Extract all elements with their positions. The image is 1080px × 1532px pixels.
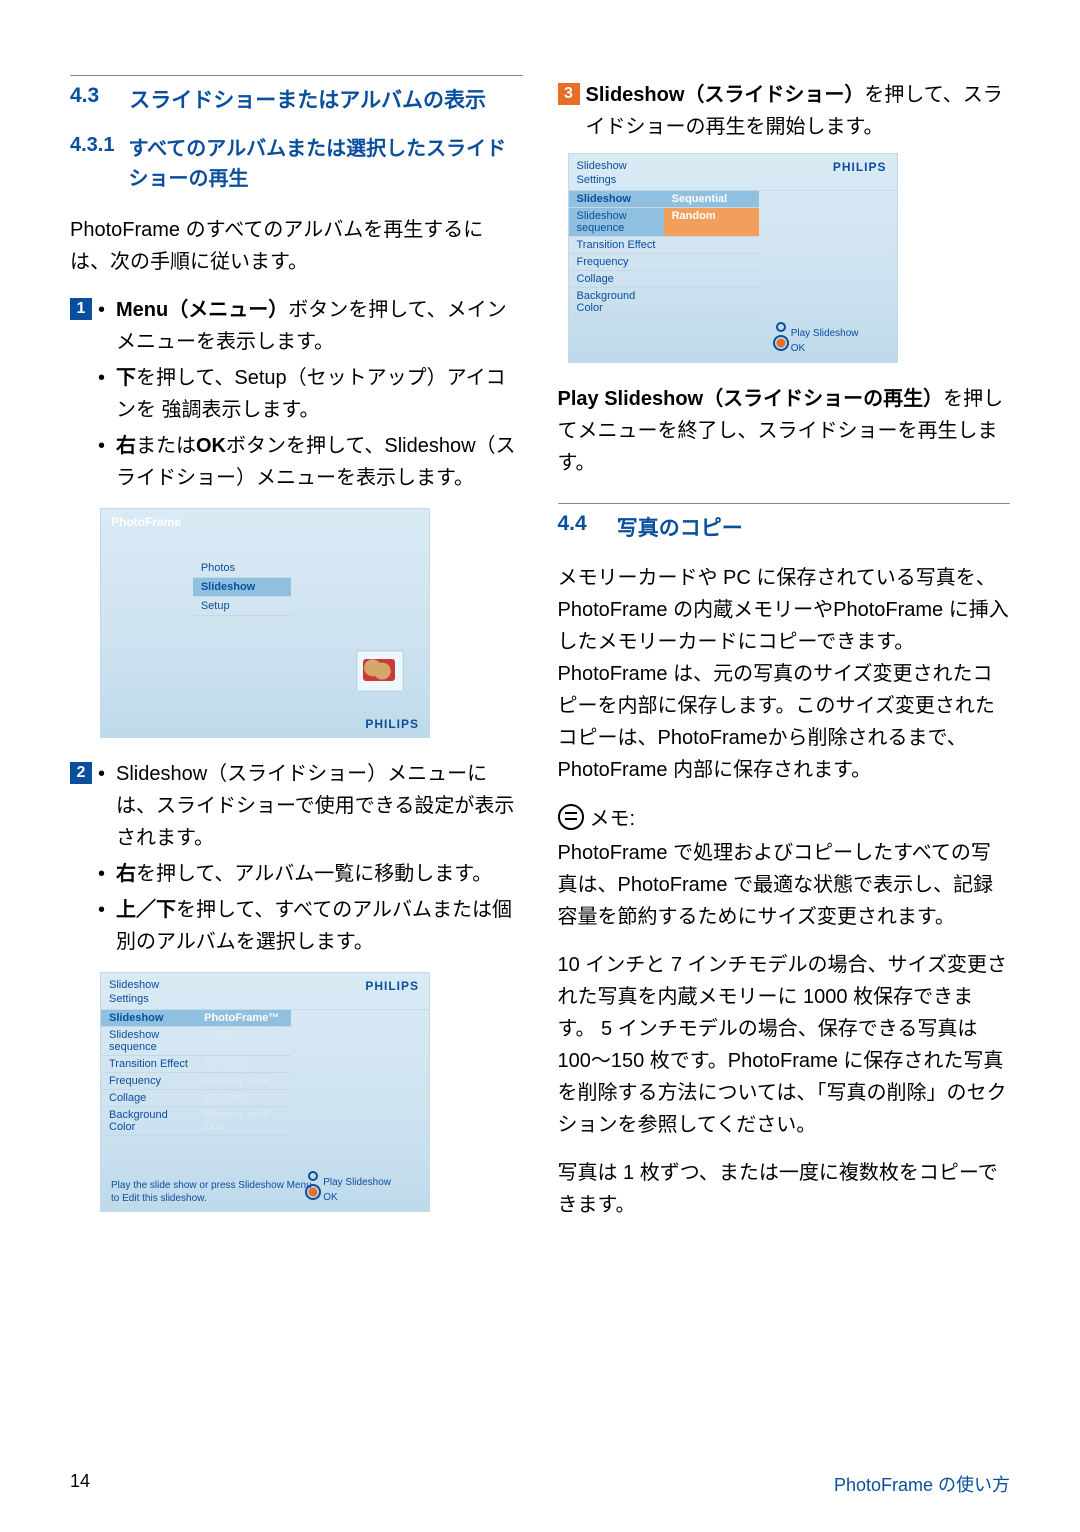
dev2-r3: Memory stick: [196, 1073, 291, 1090]
dev2-r4: xD Card: [196, 1090, 291, 1107]
device-screenshot-2: PHILIPS Slideshow Settings SlideshowPhot…: [100, 972, 430, 1212]
step-2: 2 Slideshow（スライドショー）メニューには、スライドショーで使用できる…: [70, 758, 523, 962]
dev3-l4: Collage: [569, 271, 664, 288]
step-number-2-icon: 2: [70, 762, 92, 784]
step1-line1: Menu（メニュー）ボタンを押して、メインメニューを表示します。: [98, 294, 523, 358]
step-number-1-icon: 1: [70, 298, 92, 320]
page-footer: 14 PhotoFrame の使い方: [70, 1471, 1010, 1497]
note-icon: [558, 804, 584, 830]
dev2-l5: Background Color: [101, 1107, 196, 1136]
step-3: 3 Slideshow（スライドショー）を押して、スライドショーの再生を開始しま…: [558, 79, 1011, 143]
subsec-number: 4.3.1: [70, 134, 114, 157]
dev3-right-buttons: Play Slideshow OK: [791, 326, 859, 356]
intro-text: PhotoFrame のすべてのアルバムを再生するには、次の手順に従います。: [70, 214, 523, 278]
section-4-3-heading: 4.3 スライドショーまたはアルバムの表示: [70, 84, 523, 114]
sec-number: 4.4: [558, 512, 587, 536]
dev1-item-setup: Setup: [193, 597, 291, 616]
section-4-4-heading: 4.4 写真のコピー: [558, 512, 1011, 542]
dev2-l1: Slideshow sequence: [101, 1027, 196, 1056]
dev3-subtitle: Settings: [577, 174, 889, 186]
dev3-l0: Slideshow: [569, 191, 664, 208]
step2-line1: 右を押して、アルバム一覧に移動します。: [98, 858, 523, 890]
photo-thumbnail-icon: [356, 650, 404, 692]
dev2-l0: Slideshow: [101, 1010, 196, 1027]
play-slideshow-text: Play Slideshow（スライドショーの再生）を押してメニューを終了し、ス…: [558, 383, 1011, 479]
step2-intro: Slideshow（スライドショー）メニューには、スライドショーで使用できる設定…: [98, 758, 523, 854]
dev3-l2: Transition Effect: [569, 237, 664, 254]
philips-logo: PHILIPS: [833, 160, 887, 174]
dev2-l3: Frequency: [101, 1073, 196, 1090]
footer-right: PhotoFrame の使い方: [834, 1471, 1010, 1497]
dev2-r2: CF Card: [196, 1056, 291, 1073]
dev2-right-buttons: Play Slideshow OK: [323, 1175, 391, 1205]
philips-logo: PHILIPS: [365, 717, 419, 731]
right-column: 3 Slideshow（スライドショー）を押して、スライドショーの再生を開始しま…: [558, 75, 1011, 1237]
dev2-r0: PhotoFrame™: [196, 1010, 291, 1027]
dev3-l3: Frequency: [569, 254, 664, 271]
dev3-r-rand: Random: [664, 208, 759, 237]
note-label: メモ:: [590, 802, 636, 831]
dev2-l2: Transition Effect: [101, 1056, 196, 1073]
rule: [70, 75, 523, 76]
dev2-tip: Play the slide show or press Slideshow M…: [111, 1179, 312, 1205]
sec44-para1: メモリーカードや PC に保存されている写真を、PhotoFrame の内蔵メモ…: [558, 562, 1011, 786]
dev1-title: PhotoFrame: [111, 515, 181, 529]
step1-line2: 下を押して、Setup（セットアップ）アイコンを 強調表示します。: [98, 362, 523, 426]
page-number: 14: [70, 1471, 90, 1497]
dev2-r5: Memory stick Duo: [196, 1107, 291, 1136]
philips-logo: PHILIPS: [365, 979, 419, 993]
sec-number: 4.3: [70, 84, 99, 108]
left-column: 4.3 スライドショーまたはアルバムの表示 4.3.1 すべてのアルバムまたは選…: [70, 75, 523, 1237]
dev3-r-seq: Sequential: [664, 191, 759, 208]
step2-line2: 上／下を押して、すべてのアルバムまたは個別のアルバムを選択します。: [98, 894, 523, 958]
section-4-3-1-heading: 4.3.1 すべてのアルバムまたは選択したスライドショーの再生: [70, 134, 523, 194]
dev3-l1: Slideshow sequence: [569, 208, 664, 237]
note-heading: メモ:: [558, 802, 1011, 831]
step-1: 1 Menu（メニュー）ボタンを押して、メインメニューを表示します。 下を押して…: [70, 294, 523, 498]
sec44-note-body: PhotoFrame で処理およびコピーしたすべての写真は、PhotoFrame…: [558, 837, 1011, 933]
sec-title: 写真のコピー: [617, 512, 743, 542]
step-number-3-icon: 3: [558, 83, 580, 105]
dev2-subtitle: Settings: [109, 993, 421, 1005]
subsec-title: すべてのアルバムまたは選択したスライドショーの再生: [128, 134, 522, 194]
step1-line3: 右またはOKボタンを押して、Slideshow（スライドショー）メニューを表示し…: [98, 430, 523, 494]
dev3-l5: Background Color: [569, 288, 664, 317]
sec44-para2: 10 インチと 7 インチモデルの場合、サイズ変更された写真を内蔵メモリーに 1…: [558, 949, 1011, 1141]
dev1-item-slideshow: Slideshow: [193, 578, 291, 597]
step3-lead: Slideshow（スライドショー）: [586, 84, 865, 106]
device-screenshot-3: PHILIPS Slideshow Settings SlideshowSequ…: [568, 153, 898, 363]
dev2-l4: Collage: [101, 1090, 196, 1107]
sec-title: スライドショーまたはアルバムの表示: [129, 84, 486, 114]
dev2-r1: SD/MMC Card: [196, 1027, 291, 1056]
sec44-para3: 写真は 1 枚ずつ、または一度に複数枚をコピーできます。: [558, 1157, 1011, 1221]
dev1-item-photos: Photos: [193, 559, 291, 578]
device-screenshot-1: PhotoFrame Photos Slideshow Setup PHILIP…: [100, 508, 430, 738]
rule: [558, 503, 1011, 504]
